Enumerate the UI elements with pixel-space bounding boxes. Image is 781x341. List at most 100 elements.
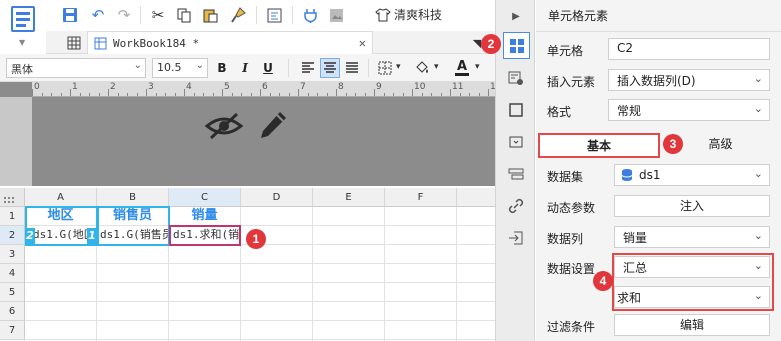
chevron-down-icon: ▼ — [19, 38, 26, 47]
hide-icon[interactable] — [205, 110, 243, 142]
toolbar-divider — [292, 6, 293, 24]
ruler-mark: 3 — [148, 82, 154, 92]
chevron-down-icon[interactable]: ▾ — [396, 62, 401, 72]
column-header-g[interactable] — [457, 188, 495, 207]
ruler-tick — [70, 89, 71, 96]
style-select[interactable]: 常规 ⌄ — [608, 99, 770, 121]
italic-button[interactable]: I — [235, 58, 255, 78]
filter-edit-button[interactable]: 编辑 — [614, 314, 770, 336]
insert-element-label: 插入元素 — [547, 75, 596, 89]
font-color-icon[interactable]: A — [452, 58, 472, 78]
copy-icon[interactable] — [174, 5, 194, 25]
bold-button[interactable]: B — [212, 58, 232, 78]
font-family-select[interactable]: 黑体 ⌄ — [6, 58, 146, 78]
widget-tab-icon[interactable] — [504, 130, 528, 154]
row-header-4[interactable]: 4 — [0, 264, 25, 283]
ruler-tick — [108, 89, 109, 96]
app-menu-button[interactable]: ▼ — [0, 0, 46, 54]
redo-icon[interactable]: ↷ — [114, 5, 134, 25]
data-column-select[interactable]: 销量 ⌄ — [614, 226, 770, 248]
tab-basic[interactable]: 基本 — [538, 133, 660, 158]
ruler-tick — [431, 93, 432, 96]
ruler-tick — [184, 89, 185, 96]
hyperlink-tab-icon[interactable] — [504, 194, 528, 218]
ruler-mark: 4 — [186, 82, 192, 92]
row-header-2[interactable]: 2 — [0, 226, 25, 245]
undo-icon[interactable]: ↶ — [88, 5, 108, 25]
fill-color-icon[interactable] — [412, 58, 432, 78]
ruler-tick — [51, 93, 52, 96]
sheet-grid-icon[interactable] — [64, 33, 84, 53]
ruler-mark: 0 — [34, 82, 40, 92]
paste-icon[interactable] — [200, 5, 220, 25]
font-size-select[interactable]: 10.5 ⌄ — [152, 58, 208, 78]
column-header-b[interactable]: B — [97, 188, 169, 207]
insert-tab-icon[interactable] — [504, 226, 528, 250]
align-left-icon[interactable] — [298, 58, 318, 78]
ruler-tick — [165, 93, 166, 96]
style-label: 格式 — [547, 105, 572, 119]
cut-icon[interactable]: ✂ — [148, 5, 168, 25]
align-center-icon[interactable] — [320, 58, 340, 78]
border-icon[interactable] — [375, 58, 395, 78]
row-header-1[interactable]: 1 — [0, 207, 25, 226]
inject-button[interactable]: 注入 — [614, 195, 770, 217]
insert-element-select[interactable]: 插入数据列(D) ⌄ — [608, 69, 770, 91]
chevron-down-icon: ⌄ — [133, 60, 142, 71]
grid-corner[interactable] — [0, 188, 25, 207]
ruler-tick — [155, 93, 157, 96]
cell-element-tab-icon[interactable] — [503, 32, 530, 59]
ruler-mark: 9 — [376, 82, 382, 92]
column-header-c[interactable]: C — [169, 188, 241, 207]
dataset-label: 数据集 — [547, 170, 584, 184]
chevron-down-icon[interactable]: ▾ — [475, 62, 480, 72]
chevron-down-icon: ⌄ — [753, 72, 763, 85]
ruler-mark: 1 — [72, 82, 78, 92]
column-header-f[interactable]: F — [385, 188, 457, 207]
annotation-badge-1: 1 — [246, 229, 266, 249]
border-tab-icon[interactable] — [504, 98, 528, 122]
ruler-tick — [260, 89, 261, 96]
column-header-e[interactable]: E — [313, 188, 385, 207]
brand-label: 清爽科技 — [394, 8, 443, 22]
condition-tab-icon[interactable] — [504, 162, 528, 186]
ruler-tick — [459, 93, 461, 96]
ruler-mark: 11 — [452, 82, 464, 92]
ruler-tick — [402, 93, 404, 96]
align-justify-icon[interactable] — [342, 58, 362, 78]
cell-field[interactable]: C2 — [608, 38, 770, 60]
column-header-d[interactable]: D — [241, 188, 313, 207]
format-brush-icon[interactable] — [228, 5, 248, 25]
app-logo-icon — [11, 6, 35, 32]
ruler-tick — [383, 93, 385, 96]
ruler-tick — [174, 93, 176, 96]
save-icon[interactable] — [60, 5, 80, 25]
pencil-icon[interactable] — [258, 110, 288, 142]
insert-element-value: 插入数据列(D) — [617, 74, 696, 88]
underline-button[interactable]: U — [258, 58, 278, 78]
ruler-tick — [117, 93, 119, 96]
ruler-tick — [345, 93, 347, 96]
tab-workbook[interactable]: WorkBook184 * ✕ — [87, 31, 373, 54]
cell-label: 单元格 — [547, 44, 584, 58]
ruler-tick — [374, 89, 375, 96]
row-header-6[interactable]: 6 — [0, 302, 25, 321]
brand-button[interactable]: 清爽科技 — [375, 6, 442, 23]
dataset-select[interactable]: ds1 ⌄ — [614, 164, 770, 186]
cell-attribute-tab-icon[interactable] — [504, 66, 528, 90]
row-header-3[interactable]: 3 — [0, 245, 25, 264]
chevron-down-icon[interactable]: ▾ — [434, 62, 439, 72]
cell-c1[interactable]: 销量 — [169, 207, 241, 226]
template-icon[interactable] — [264, 5, 284, 25]
row-header-5[interactable]: 5 — [0, 283, 25, 302]
ruler-tick — [212, 93, 214, 96]
close-icon[interactable]: ✕ — [359, 36, 366, 50]
image-icon[interactable] — [326, 5, 346, 25]
expand-panel-icon[interactable]: ▶ — [504, 4, 528, 28]
ruler-tick — [469, 93, 470, 96]
row-header-7[interactable]: 7 — [0, 321, 25, 340]
ruler-tick — [440, 93, 442, 96]
plugin-icon[interactable] — [300, 5, 320, 25]
column-header-a[interactable]: A — [25, 188, 97, 207]
ruler-mark: 6 — [262, 82, 268, 92]
